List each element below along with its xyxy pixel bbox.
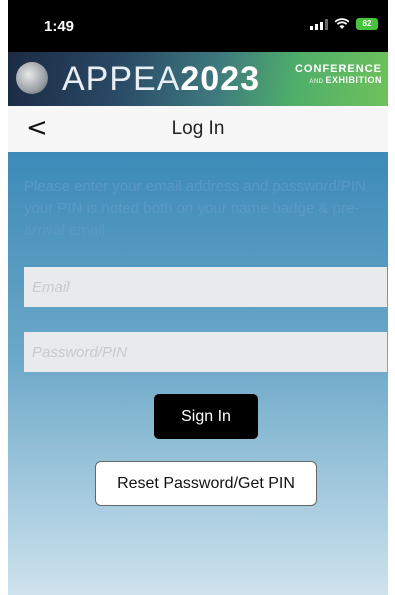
page-title: Log In [171, 118, 225, 139]
banner-subtitle-line1: CONFERENCE [294, 63, 382, 75]
login-form: Please enter your email address and pass… [8, 152, 388, 595]
banner-subtitle-exhibition: EXHIBITION [325, 75, 382, 85]
signal-icon [310, 18, 328, 30]
password-field[interactable] [24, 332, 387, 372]
banner-title-name: APPEA [62, 60, 181, 98]
sign-in-button[interactable]: Sign In [154, 394, 258, 439]
email-field[interactable] [24, 267, 387, 307]
banner-subtitle-and: AND [309, 79, 324, 85]
nav-bar: < Log In [8, 106, 388, 153]
globe-logo-icon [16, 62, 48, 94]
reset-password-button[interactable]: Reset Password/Get PIN [95, 461, 317, 506]
banner-title-year: 2023 [180, 60, 261, 98]
status-icons: 82 [310, 18, 378, 30]
banner-title: APPEA2023 [62, 60, 260, 98]
event-banner: APPEA2023 CONFERENCE AND EXHIBITION [8, 52, 388, 106]
wifi-icon [334, 18, 350, 29]
app-screen: 1:49 82 APPEA2023 CONFERENCE AND EXHIBITI… [8, 0, 388, 595]
banner-subtitle: CONFERENCE AND EXHIBITION [295, 64, 382, 88]
status-time: 1:49 [44, 18, 75, 35]
login-instructions: Please enter your email address and pass… [24, 178, 366, 239]
battery-icon: 82 [356, 18, 378, 30]
status-bar: 1:49 82 [8, 0, 388, 52]
banner-subtitle-line2: AND EXHIBITION [295, 75, 382, 88]
